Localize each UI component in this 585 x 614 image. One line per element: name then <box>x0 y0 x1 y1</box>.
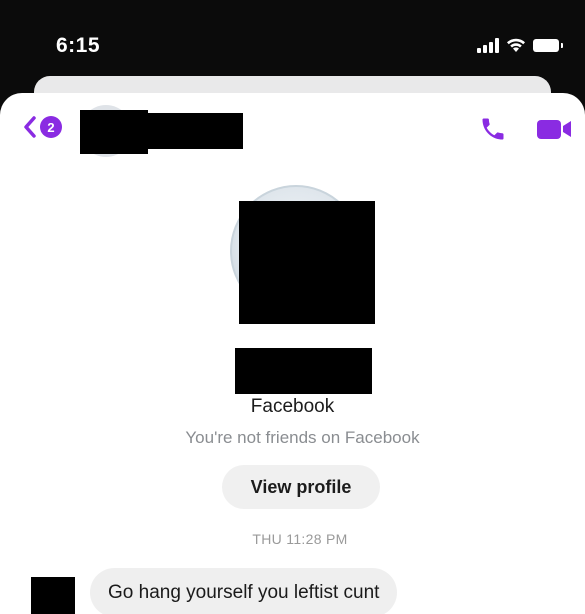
chevron-left-icon <box>24 116 36 138</box>
wifi-icon <box>507 38 525 52</box>
redacted-profile-name <box>235 348 372 394</box>
conversation-header: 2 <box>0 93 585 167</box>
header-actions <box>479 115 573 143</box>
redacted-sender-avatar <box>31 577 75 614</box>
audio-call-button[interactable] <box>479 115 507 143</box>
redacted-contact-avatar <box>80 110 148 154</box>
friend-status: You're not friends on Facebook <box>185 428 420 447</box>
cellular-signal-icon <box>477 37 499 53</box>
video-camera-icon <box>537 120 571 139</box>
view-profile-button[interactable]: View profile <box>222 465 380 509</box>
conversation-sheet: 2 Facebook You're not friends on Faceboo… <box>0 93 585 614</box>
back-button[interactable]: 2 <box>22 115 62 139</box>
redacted-profile-photo <box>239 201 375 324</box>
message-timestamp: THU 11:28 PM <box>252 531 348 547</box>
message-bubble[interactable]: Go hang yourself you leftist cunt <box>90 568 398 614</box>
messenger-screen: 6:15 2 Facebook You're not friends on Fa… <box>0 0 585 614</box>
profile-platform: Facebook <box>250 396 335 417</box>
battery-icon <box>533 38 563 52</box>
redacted-contact-name <box>147 113 243 149</box>
status-icons <box>477 36 563 54</box>
status-time: 6:15 <box>56 34 101 57</box>
video-call-button[interactable] <box>535 116 573 142</box>
unread-count-badge: 2 <box>40 116 62 138</box>
phone-icon <box>482 118 504 140</box>
